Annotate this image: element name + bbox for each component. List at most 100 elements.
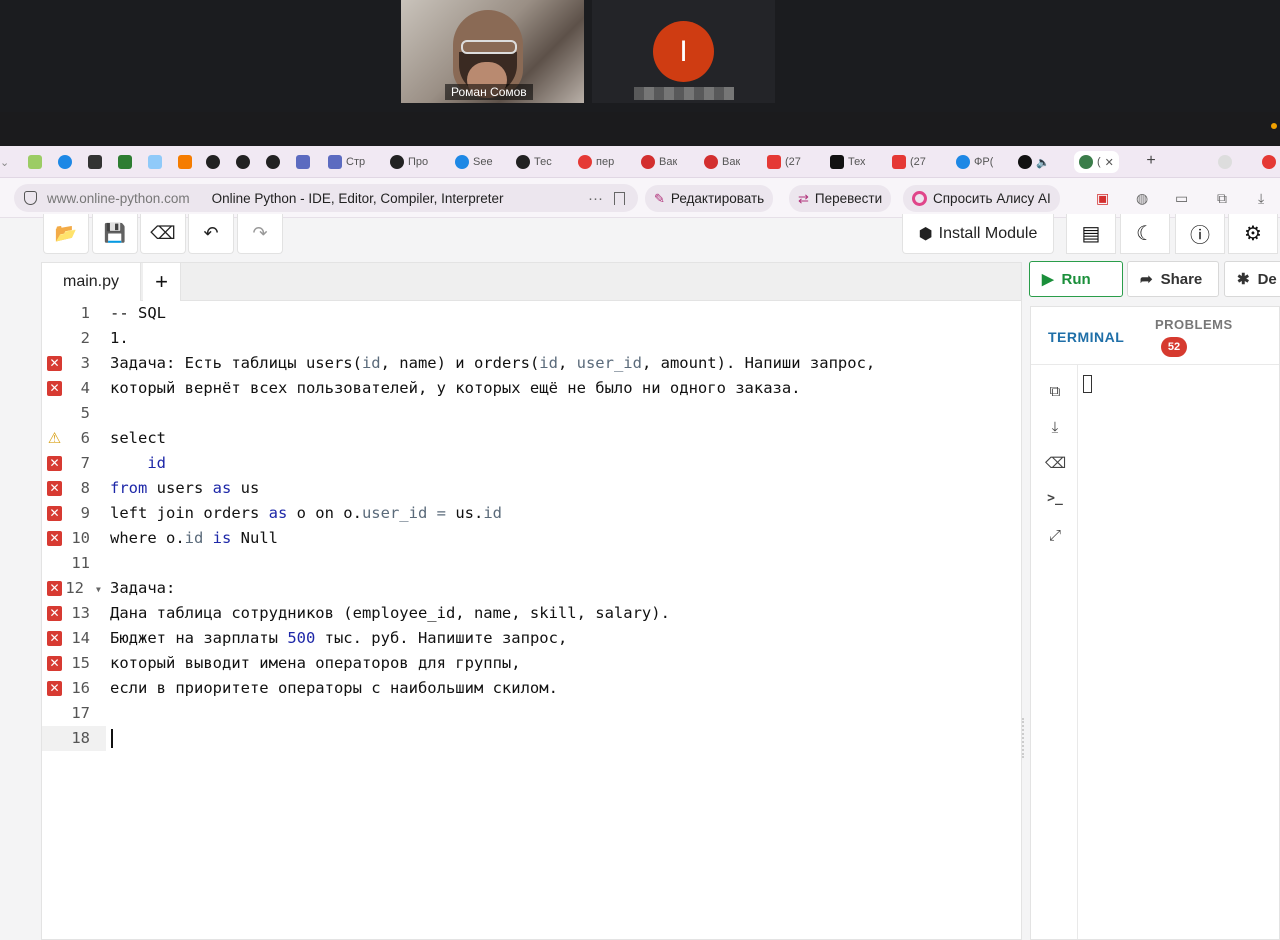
error-icon[interactable]: ✕ — [47, 531, 62, 546]
warning-icon[interactable]: ⚠ — [47, 431, 62, 446]
prompt-icon[interactable]: >_ — [1045, 491, 1065, 511]
error-icon[interactable]: ✕ — [47, 606, 62, 621]
shield-icon[interactable] — [24, 191, 37, 205]
redo-button[interactable]: ↷ — [237, 214, 283, 254]
copy-icon[interactable]: ⧉ — [1045, 383, 1065, 403]
line-text[interactable]: id — [110, 451, 166, 476]
tab-favicon[interactable] — [88, 151, 102, 173]
line-text[interactable]: если в приоритете операторы с наибольшим… — [110, 676, 558, 701]
line-gutter[interactable]: ✕ 7 — [42, 451, 106, 476]
code-editor[interactable]: main.py + 1 -- SQL 2 1. ✕ 3 Задача: Есть табли… — [41, 262, 1022, 940]
code-line[interactable]: ✕ 16 если в приоритете операторы с наиболь… — [42, 676, 1021, 701]
line-gutter[interactable]: ✕ 4 — [42, 376, 106, 401]
line-gutter[interactable]: ✕ 9 — [42, 501, 106, 526]
line-gutter[interactable]: ✕ 10 — [42, 526, 106, 551]
video-icon[interactable]: ▣ — [1096, 190, 1109, 207]
code-line[interactable]: ✕ ▼ 12 Задача: — [42, 576, 1021, 601]
dark-mode-button[interactable]: ☾ — [1120, 214, 1170, 254]
tab-favicon[interactable] — [118, 151, 132, 173]
line-text[interactable]: 1. — [110, 326, 129, 351]
tab-github-icon[interactable] — [266, 151, 280, 173]
add-file-button[interactable]: + — [143, 263, 181, 301]
debug-button[interactable]: ✱ De — [1224, 261, 1280, 297]
edit-button[interactable]: ✎ Редактировать — [645, 185, 774, 212]
tab-item[interactable]: (27 — [892, 151, 926, 173]
tab-item[interactable]: ФР( — [956, 151, 993, 173]
error-icon[interactable]: ✕ — [47, 456, 62, 471]
error-icon[interactable]: ✕ — [47, 631, 62, 646]
code-line[interactable]: 1 -- SQL — [42, 301, 1021, 326]
line-gutter[interactable]: 1 — [42, 301, 106, 326]
tab-item[interactable]: Вак — [641, 151, 677, 173]
panel-resize-handle[interactable] — [1022, 718, 1028, 758]
install-module-button[interactable]: ⬢ Install Module — [902, 214, 1054, 254]
file-tab-main[interactable]: main.py — [42, 263, 141, 301]
line-text[interactable]: from users as us — [110, 476, 259, 501]
tab-item[interactable]: See — [455, 151, 493, 173]
close-tab-icon[interactable]: ✕ — [1105, 156, 1114, 169]
tab-item[interactable]: (27 — [767, 151, 801, 173]
tab-github-icon[interactable] — [236, 151, 250, 173]
line-text[interactable]: select — [110, 426, 166, 451]
code-line[interactable]: ✕ 4 который вернёт всех пользователей, у к… — [42, 376, 1021, 401]
line-gutter[interactable]: ✕ 16 — [42, 676, 106, 701]
line-gutter[interactable]: ✕ 14 — [42, 626, 106, 651]
tab-item[interactable]: Вак — [704, 151, 740, 173]
translate-button[interactable]: ⇄ Перевести — [789, 185, 892, 212]
code-line[interactable]: 17 — [42, 701, 1021, 726]
error-icon[interactable]: ✕ — [47, 681, 62, 696]
code-line[interactable]: ✕ 3 Задача: Есть таблицы users(id, name) и… — [42, 351, 1021, 376]
expand-icon[interactable]: ⤢ — [1045, 527, 1065, 547]
code-line[interactable]: 2 1. — [42, 326, 1021, 351]
undo-button[interactable]: ↶ — [188, 214, 234, 254]
tab-favicon[interactable] — [28, 151, 42, 173]
line-text[interactable]: Задача: — [110, 576, 175, 601]
line-gutter[interactable]: ✕ 3 — [42, 351, 106, 376]
tab-active[interactable]: (✕ — [1074, 151, 1119, 173]
fold-icon[interactable]: ▼ — [96, 577, 101, 602]
code-line[interactable]: ✕ 9 left join orders as o on o.user_id = u… — [42, 501, 1021, 526]
tab-favicon[interactable] — [296, 151, 310, 173]
tab-github-icon[interactable] — [206, 151, 220, 173]
tab-favicon[interactable] — [148, 151, 162, 173]
tab-audio-item[interactable]: 🔈 — [1018, 151, 1050, 173]
layout-button[interactable]: ▤ — [1066, 214, 1116, 254]
line-text[interactable]: left join orders as o on o.user_id = us.… — [110, 501, 502, 526]
tab-favicon[interactable] — [178, 151, 192, 173]
globe-icon[interactable]: ◍ — [1136, 190, 1148, 207]
code-line[interactable]: 5 — [42, 401, 1021, 426]
tabs-scroll-icon[interactable]: ⌄ — [0, 151, 9, 173]
url-field[interactable]: www.online-python.com Online Python - ID… — [14, 184, 638, 212]
code-line[interactable]: ✕ 13 Дана таблица сотрудников (employee_id… — [42, 601, 1021, 626]
download-icon[interactable]: ⤓ — [1258, 190, 1264, 207]
error-icon[interactable]: ✕ — [47, 381, 62, 396]
line-text[interactable]: Дана таблица сотрудников (employee_id, n… — [110, 601, 670, 626]
info-button[interactable]: ⓘ — [1175, 214, 1225, 254]
open-folder-button[interactable]: 📂 — [43, 214, 89, 254]
line-gutter[interactable]: ✕ 13 — [42, 601, 106, 626]
line-text[interactable]: where o.id is Null — [110, 526, 278, 551]
code-line[interactable]: ✕ 8 from users as us — [42, 476, 1021, 501]
code-line[interactable]: ✕ 10 where o.id is Null — [42, 526, 1021, 551]
code-line[interactable]: 11 — [42, 551, 1021, 576]
code-lines[interactable]: 1 -- SQL 2 1. ✕ 3 Задача: Есть таблицы users(i… — [42, 301, 1021, 751]
error-icon[interactable]: ✕ — [47, 356, 62, 371]
menu-icon[interactable] — [1262, 151, 1276, 173]
line-gutter[interactable]: 18 — [42, 726, 106, 751]
participant-avatar-tile[interactable]: I — [592, 0, 775, 103]
line-gutter[interactable]: ⚠ 6 — [42, 426, 106, 451]
code-line[interactable]: ✕ 7 id — [42, 451, 1021, 476]
bookmark-icon[interactable] — [614, 191, 625, 205]
save-button[interactable]: 💾 — [92, 214, 138, 254]
tab-favicon[interactable] — [58, 151, 72, 173]
line-text[interactable]: который вернёт всех пользователей, у кот… — [110, 376, 801, 401]
tab-item[interactable]: Тес — [516, 151, 552, 173]
extensions-icon[interactable]: ⧉ — [1217, 190, 1227, 207]
settings-button[interactable]: ⚙ — [1228, 214, 1278, 254]
error-icon[interactable]: ✕ — [47, 656, 62, 671]
profile-icon[interactable] — [1218, 151, 1232, 173]
download-icon[interactable]: ⤓ — [1045, 419, 1065, 439]
participant-video-tile[interactable]: Роман Сомов — [401, 0, 584, 103]
tab-item[interactable]: Тех — [830, 151, 865, 173]
code-line[interactable]: ⚠ 6 select — [42, 426, 1021, 451]
